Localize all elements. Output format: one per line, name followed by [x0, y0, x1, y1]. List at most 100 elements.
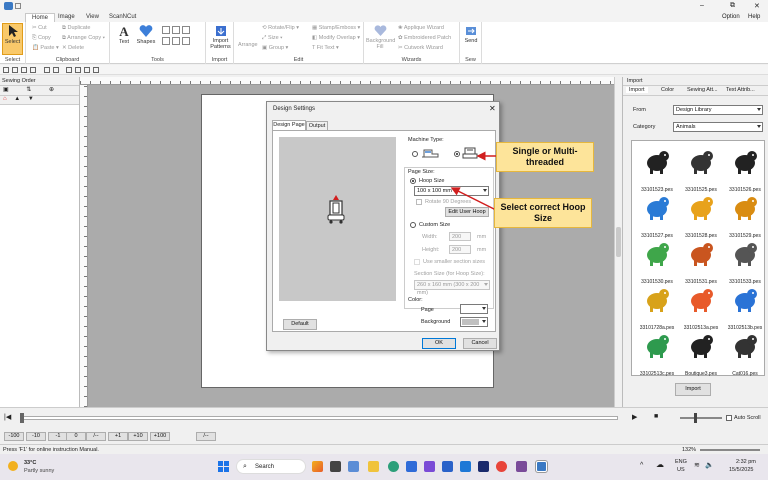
pane-tabs: Import Color Sewing Att... Text Attrib..…: [623, 86, 768, 96]
status-text: Press 'F1' for online instruction Manual…: [3, 447, 99, 453]
weather-sun-icon: [8, 461, 18, 471]
play-icon[interactable]: ▶: [632, 413, 637, 421]
skip-start-icon[interactable]: |◀: [4, 413, 11, 421]
design-thumbnail[interactable]: 33102513b.pes: [724, 283, 766, 331]
auto-scroll-checkbox[interactable]: [726, 415, 732, 421]
clock-time[interactable]: 2:32 pm: [736, 459, 756, 465]
design-label: Boutique3.pes: [685, 371, 717, 377]
pe-design-icon[interactable]: [535, 460, 548, 473]
design-thumbnail[interactable]: 33102513a.pes: [680, 283, 722, 331]
edge-icon[interactable]: [388, 461, 399, 472]
stitch-step-button[interactable]: 0: [66, 432, 86, 441]
stitch-step-button[interactable]: -100: [4, 432, 24, 441]
design-thumbnail[interactable]: 33101528.pes: [680, 191, 722, 239]
chrome-icon[interactable]: [496, 461, 507, 472]
animal-design-icon: [647, 151, 669, 174]
stop-icon[interactable]: ■: [654, 413, 658, 420]
stitch-step-button[interactable]: +1: [108, 432, 128, 441]
stitch-step-button[interactable]: -10: [26, 432, 46, 441]
design-thumbnail[interactable]: Boutique3.pes: [680, 329, 722, 377]
design-thumbnail[interactable]: 33101728a.pes: [636, 283, 678, 331]
animal-design-icon: [647, 197, 669, 220]
stitch-step-button[interactable]: +100: [150, 432, 170, 441]
zoom-level: 132%: [682, 447, 697, 453]
chevron-down-icon: [757, 108, 761, 111]
callout-hoop-size: Select correct Hoop Size: [494, 198, 592, 228]
chevron-down-icon: [757, 125, 761, 128]
animal-design-icon: [691, 289, 713, 312]
outlook-icon[interactable]: [442, 461, 453, 472]
region-indicator[interactable]: US: [677, 467, 685, 473]
from-select[interactable]: Design Library: [673, 105, 763, 115]
tab-color[interactable]: Color: [661, 87, 674, 93]
design-thumbnail[interactable]: 33102513c.pes: [636, 329, 678, 377]
import-button[interactable]: Import: [675, 383, 711, 396]
stitch-step-button[interactable]: -1: [48, 432, 68, 441]
design-thumbnail[interactable]: 33101531.pes: [680, 237, 722, 285]
progress-thumb[interactable]: [20, 413, 24, 423]
animal-design-icon: [735, 243, 757, 266]
store-icon[interactable]: [406, 461, 417, 472]
stitch-step-button[interactable]: /--: [196, 432, 216, 441]
stitch-step-button[interactable]: +10: [128, 432, 148, 441]
app-icon[interactable]: [516, 461, 527, 472]
category-label: Category: [633, 124, 656, 130]
speed-thumb[interactable]: [694, 413, 697, 423]
teams-icon[interactable]: [424, 461, 435, 472]
tab-import[interactable]: Import: [626, 87, 648, 93]
arrow-hoop: [450, 187, 497, 211]
from-label: From: [633, 107, 646, 113]
stitch-simulator-bar: |◀ ▶ ■ Auto Scroll: [0, 407, 768, 429]
task-view-icon[interactable]: [330, 461, 341, 472]
design-thumbnail[interactable]: 33101526.pes: [724, 145, 766, 193]
auto-scroll-label: Auto Scroll: [734, 415, 761, 421]
animal-design-icon: [647, 335, 669, 358]
word-icon[interactable]: [460, 461, 471, 472]
chevron-up-icon[interactable]: ^: [640, 462, 643, 469]
design-thumbnail[interactable]: 33101533.pes: [724, 237, 766, 285]
design-thumbnail[interactable]: 33101530.pes: [636, 237, 678, 285]
volume-icon[interactable]: 🔈: [705, 461, 714, 469]
animal-design-icon: [691, 335, 713, 358]
stitch-navigation: -100 -10 -1 0/-- +1 +10 +100/--: [0, 431, 768, 443]
status-bar: Press 'F1' for online instruction Manual…: [0, 444, 768, 454]
taskbar: 33°C Partly sunny ⌕ Search ^ ☁ ENG US ≋ …: [0, 454, 768, 480]
progress-slider[interactable]: [22, 416, 618, 420]
animal-design-icon: [735, 197, 757, 220]
zoom-slider[interactable]: [700, 449, 760, 451]
design-thumbnail[interactable]: Cat016.pes: [724, 329, 766, 377]
design-label: 33102513c.pes: [639, 371, 675, 377]
animal-design-icon: [691, 197, 713, 220]
widgets-icon[interactable]: [348, 461, 359, 472]
weather-desc: Partly sunny: [24, 468, 55, 474]
clock-date[interactable]: 15/5/2025: [729, 467, 753, 473]
animal-design-icon: [735, 289, 757, 312]
photoshop-icon[interactable]: [478, 461, 489, 472]
design-thumbnail[interactable]: 33101525.pes: [680, 145, 722, 193]
wifi-icon[interactable]: ≋: [694, 461, 700, 469]
speed-slider[interactable]: [680, 417, 722, 419]
language-indicator[interactable]: ENG: [675, 459, 687, 465]
category-select[interactable]: Animals: [673, 122, 763, 132]
callout-machine-type: Single or Multi-threaded: [496, 142, 594, 172]
design-thumbnail[interactable]: 33101523.pes: [636, 145, 678, 193]
pane-title: Import: [623, 77, 768, 86]
taskbar-search[interactable]: ⌕ Search: [236, 459, 306, 474]
design-thumbnail[interactable]: 33101529.pes: [724, 191, 766, 239]
animal-design-icon: [735, 151, 757, 174]
windows-start-icon: [218, 461, 229, 472]
taskbar-app-icon[interactable]: [312, 461, 323, 472]
search-icon: ⌕: [243, 463, 247, 470]
weather-temp: 33°C: [24, 460, 37, 466]
tab-sewing-attributes[interactable]: Sewing Att...: [687, 87, 718, 93]
design-thumbnail[interactable]: 33101527.pes: [636, 191, 678, 239]
animal-design-icon: [647, 243, 669, 266]
animal-design-icon: [647, 289, 669, 312]
stitch-step-button[interactable]: /--: [86, 432, 106, 441]
animal-design-icon: [691, 151, 713, 174]
cloud-icon[interactable]: ☁: [656, 460, 664, 469]
tab-text-attributes[interactable]: Text Attrib...: [726, 87, 755, 93]
file-explorer-icon[interactable]: [368, 461, 379, 472]
animal-design-icon: [735, 335, 757, 358]
design-library-grid: 33101523.pes 33101525.pes 33101526.pes 3310…: [631, 140, 766, 377]
